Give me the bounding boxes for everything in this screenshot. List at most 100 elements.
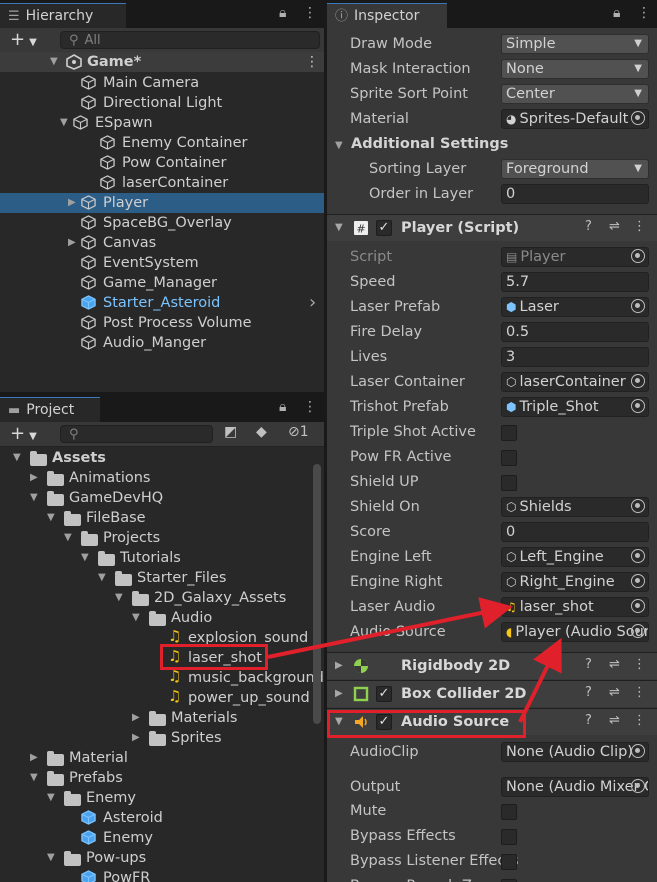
expand-arrow-icon[interactable]: ▼	[30, 492, 38, 503]
expand-arrow-icon[interactable]: ▼	[47, 792, 55, 803]
project-folder-item[interactable]: ▶ Materials	[0, 708, 312, 728]
project-folder-item[interactable]: ▶ Animations	[0, 468, 312, 488]
foldout-arrow-icon[interactable]: ▼	[335, 222, 343, 233]
value-field[interactable]: 0	[501, 184, 649, 204]
presets-icon[interactable]: ⇌	[609, 657, 620, 672]
scene-menu-icon[interactable]: ⋮	[305, 52, 319, 72]
hierarchy-item[interactable]: Audio_Manger	[0, 333, 324, 353]
project-folder-item[interactable]: ▼ FileBase	[0, 508, 312, 528]
component-enabled-checkbox[interactable]: ✓	[376, 686, 392, 702]
toggle-checkbox[interactable]	[501, 854, 517, 870]
create-button[interactable]: + ▼	[10, 28, 37, 54]
object-picker-icon[interactable]	[631, 399, 645, 413]
expand-arrow-icon[interactable]: ▼	[81, 552, 89, 563]
hierarchy-item[interactable]: ▶ Canvas	[0, 233, 324, 253]
expand-arrow-icon[interactable]: ▶	[132, 732, 140, 743]
hierarchy-item[interactable]: Pow Container	[0, 153, 324, 173]
object-field[interactable]: ⬡ Shields	[501, 497, 649, 517]
project-folder-item[interactable]: ▼ Enemy	[0, 788, 312, 808]
hierarchy-item[interactable]: Starter_Asteroid ›	[0, 292, 324, 313]
object-picker-icon[interactable]	[631, 111, 645, 125]
object-field[interactable]: ♫ laser_shot	[501, 597, 649, 617]
hierarchy-item[interactable]: Enemy Container	[0, 133, 324, 153]
filter-by-label-icon[interactable]: ◆	[256, 424, 267, 440]
project-asset-item[interactable]: PowFR	[0, 868, 312, 882]
dropdown-field[interactable]: Foreground ▼	[501, 159, 649, 179]
project-folder-item[interactable]: ▼ Starter_Files	[0, 568, 312, 588]
toggle-checkbox[interactable]	[501, 829, 517, 845]
project-asset-item[interactable]: Enemy	[0, 828, 312, 848]
more-menu-icon[interactable]: ⋮	[637, 5, 651, 21]
inspector-tab[interactable]: ⓘ Inspector	[327, 3, 447, 29]
help-icon[interactable]: ?	[585, 713, 592, 728]
toggle-checkbox[interactable]	[501, 804, 517, 820]
hierarchy-item[interactable]: laserContainer	[0, 173, 324, 193]
help-icon[interactable]: ?	[585, 219, 592, 234]
expand-arrow-icon[interactable]: ▼	[132, 612, 140, 623]
presets-icon[interactable]: ⇌	[609, 685, 620, 700]
expand-arrow-icon[interactable]: ▶	[68, 237, 76, 248]
expand-arrow-icon[interactable]: ▶	[30, 472, 38, 483]
object-field[interactable]: ▤ Player	[501, 247, 649, 267]
toggle-checkbox[interactable]	[501, 475, 517, 491]
object-picker-icon[interactable]	[631, 299, 645, 313]
value-field[interactable]: 3	[501, 347, 649, 367]
project-tab[interactable]: ▬ Project	[0, 397, 100, 423]
project-folder-item[interactable]: ▶ Material	[0, 748, 312, 768]
expand-arrow-icon[interactable]: ▼	[64, 532, 72, 543]
create-asset-button[interactable]: + ▼	[10, 422, 37, 448]
hierarchy-search-input[interactable]: ⚲ All	[60, 31, 320, 49]
object-picker-icon[interactable]	[631, 779, 645, 793]
expand-arrow-icon[interactable]: ▼	[30, 772, 38, 783]
presets-icon[interactable]: ⇌	[609, 219, 620, 234]
project-asset-item[interactable]: Asteroid	[0, 808, 312, 828]
object-picker-icon[interactable]	[631, 624, 645, 638]
project-folder-item[interactable]: ▼ Assets	[0, 448, 312, 468]
expand-arrow-icon[interactable]: ▼	[60, 117, 68, 128]
value-field[interactable]: 0.5	[501, 322, 649, 342]
object-picker-icon[interactable]	[631, 549, 645, 563]
hidden-packages-toggle[interactable]: ⊘1	[288, 424, 309, 440]
component-menu-icon[interactable]: ⋮	[633, 657, 646, 672]
hierarchy-item[interactable]: Directional Light	[0, 93, 324, 113]
expand-arrow-icon[interactable]: ▼	[98, 572, 106, 583]
object-field[interactable]: None (Audio Mixer Group)	[501, 777, 649, 797]
object-field[interactable]: ⬢ Laser	[501, 297, 649, 317]
more-menu-icon[interactable]: ⋮	[303, 399, 317, 415]
object-picker-icon[interactable]	[631, 574, 645, 588]
project-folder-item[interactable]: ▼ Prefabs	[0, 768, 312, 788]
project-folder-item[interactable]: ▼ Audio	[0, 608, 312, 628]
component-menu-icon[interactable]: ⋮	[633, 685, 646, 700]
expand-arrow-icon[interactable]: ▼	[13, 452, 21, 463]
dropdown-field[interactable]: Center ▼	[501, 84, 649, 104]
expand-arrow-icon[interactable]: ▼	[50, 56, 58, 67]
expand-arrow-icon[interactable]: ▼	[115, 592, 123, 603]
expand-arrow-icon[interactable]: ▶	[68, 197, 76, 208]
chevron-right-icon[interactable]: ›	[309, 292, 316, 313]
lock-icon[interactable]: 🔒︎	[613, 5, 620, 21]
object-picker-icon[interactable]	[631, 249, 645, 263]
object-field[interactable]: ⬢ Triple_Shot	[501, 397, 649, 417]
rigidbody-2d-component[interactable]: ▶ Rigidbody 2D? ⇌ ⋮	[327, 652, 657, 679]
dropdown-field[interactable]: None ▼	[501, 59, 649, 79]
object-field[interactable]: None (Audio Clip)	[501, 742, 649, 762]
object-field[interactable]: ◕ Sprites-Default	[501, 109, 649, 129]
help-icon[interactable]: ?	[585, 685, 592, 700]
project-folder-item[interactable]: ▼ GameDevHQ	[0, 488, 312, 508]
object-field[interactable]: ⬡ Left_Engine	[501, 547, 649, 567]
expand-arrow-icon[interactable]: ▼	[47, 512, 55, 523]
value-field[interactable]: 5.7	[501, 272, 649, 292]
scene-row[interactable]: ▼ Game* ⋮	[0, 52, 324, 72]
hierarchy-item[interactable]: SpaceBG_Overlay	[0, 213, 324, 233]
object-picker-icon[interactable]	[631, 599, 645, 613]
value-field[interactable]: 0	[501, 522, 649, 542]
project-asset-item[interactable]: ♫ music_background	[0, 667, 324, 688]
hierarchy-item[interactable]: ▶ Player	[0, 193, 324, 213]
help-icon[interactable]: ?	[585, 657, 592, 672]
object-picker-icon[interactable]	[631, 499, 645, 513]
box-collider-2d-component[interactable]: ▶ ✓ Box Collider 2D? ⇌ ⋮	[327, 680, 657, 707]
additional-settings-foldout[interactable]: Additional Settings	[351, 132, 508, 157]
hierarchy-tab[interactable]: ☰ Hierarchy	[0, 3, 126, 29]
player-script-component[interactable]: ▼ # ✓ Player (Script)? ⇌ ⋮	[327, 214, 657, 241]
hierarchy-item[interactable]: EventSystem	[0, 253, 324, 273]
